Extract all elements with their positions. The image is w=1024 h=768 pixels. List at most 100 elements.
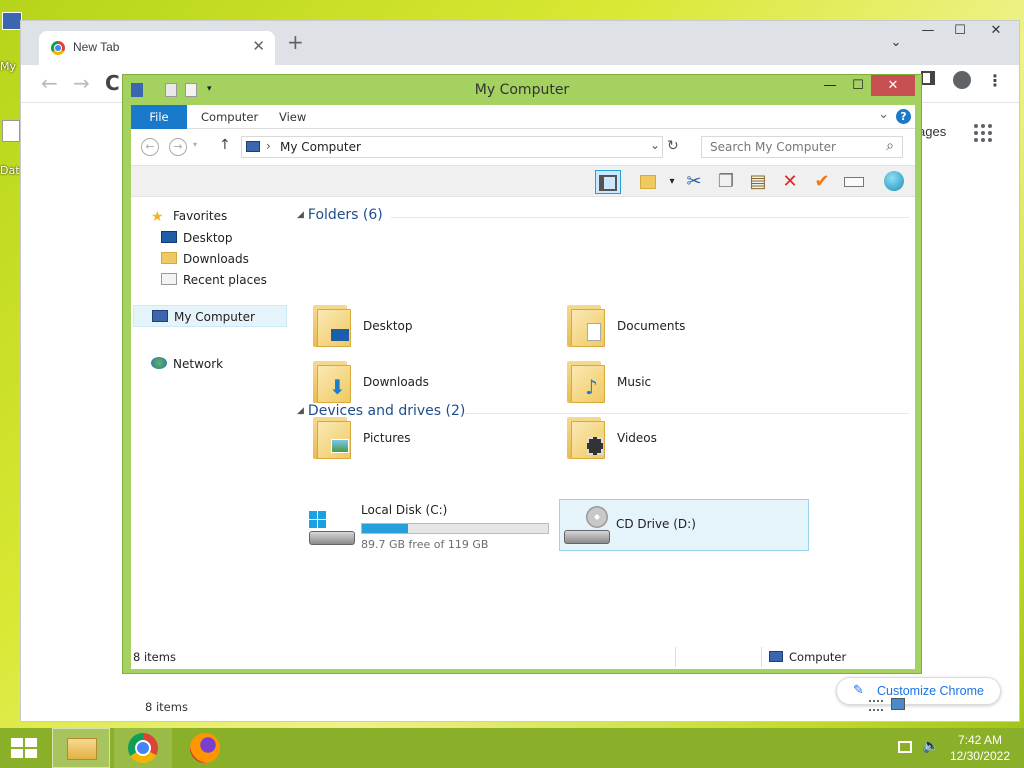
chrome-minimize-button[interactable]: — <box>913 23 943 38</box>
folder-videos[interactable]: Videos <box>565 415 805 465</box>
refresh-icon[interactable]: ↻ <box>667 138 679 154</box>
back-button[interactable]: ← <box>41 71 58 95</box>
search-placeholder: Search My Computer <box>710 140 836 154</box>
nav-desktop[interactable]: Desktop <box>161 231 233 245</box>
reload-button[interactable]: C <box>105 71 120 95</box>
customize-chrome-button[interactable]: ✎ Customize Chrome <box>836 677 1001 705</box>
desktop-icon-label: My <box>0 60 17 73</box>
copy-icon[interactable]: ❐ <box>713 170 739 194</box>
group-divider <box>391 217 909 218</box>
tab-close-icon[interactable]: ✕ <box>252 37 265 55</box>
network-tray-icon[interactable] <box>898 741 912 753</box>
desktop-icon-my-computer[interactable]: My <box>0 12 22 73</box>
chrome-maximize-button[interactable]: ☐ <box>945 23 975 38</box>
nav-label: Downloads <box>183 252 249 266</box>
drive-cd-d[interactable]: CD Drive (D:) <box>559 499 809 551</box>
share-globe-icon[interactable] <box>881 170 907 194</box>
recent-locations-icon[interactable]: ▾ <box>193 140 197 149</box>
forward-button[interactable]: → <box>73 71 90 95</box>
details-view-icon[interactable] <box>869 700 883 711</box>
address-dropdown-icon[interactable]: ⌄ <box>650 138 660 152</box>
chrome-tab-new-tab[interactable]: New Tab ✕ <box>39 31 275 65</box>
content-area: ★ Favorites Desktop Downloads Recent plac… <box>131 197 915 714</box>
address-path[interactable]: My Computer <box>280 140 361 154</box>
tab-file[interactable]: File <box>131 105 187 129</box>
properties-check-icon[interactable]: ✔ <box>809 170 835 194</box>
chrome-close-button[interactable]: ✕ <box>981 23 1011 38</box>
devices-group-header[interactable]: ◢ Devices and drives (2) <box>297 403 465 419</box>
preview-pane-icon[interactable] <box>595 170 621 194</box>
tab-computer[interactable]: Computer <box>189 105 270 129</box>
address-field[interactable]: › My Computer ⌄ <box>241 136 663 158</box>
window-menu-icon[interactable] <box>131 83 143 97</box>
delete-icon[interactable]: ✕ <box>777 170 803 194</box>
explorer-forward-icon[interactable]: → <box>169 138 187 156</box>
chrome-menu-icon[interactable]: ⋮ <box>987 71 1003 90</box>
taskbar-clock[interactable]: 7:42 AM 12/30/2022 <box>950 732 1010 764</box>
help-icon[interactable]: ? <box>896 109 911 124</box>
folder-music[interactable]: ♪ Music <box>565 359 805 409</box>
shortcut-label-partial[interactable]: ages <box>918 124 946 139</box>
paste-icon[interactable]: ▤ <box>745 170 771 194</box>
taskbar-chrome-button[interactable] <box>114 728 172 768</box>
desktop-icon-label: Dat <box>0 164 20 177</box>
clock-time: 7:42 AM <box>957 733 1002 747</box>
drive-local-disk-c[interactable]: Local Disk (C:) 89.7 GB free of 119 GB <box>309 503 553 555</box>
side-panel-icon[interactable] <box>921 71 935 85</box>
collapse-triangle-icon[interactable]: ◢ <box>297 210 304 220</box>
explorer-minimize-button[interactable]: — <box>815 75 845 96</box>
folder-label: Documents <box>617 319 686 333</box>
address-bar-row: ← → ▾ ↑ › My Computer ⌄ ↻ Search My Comp… <box>131 129 915 165</box>
nav-recent-places[interactable]: Recent places <box>161 273 267 287</box>
hard-drive-icon <box>309 511 355 547</box>
drive-usage-bar <box>361 523 549 534</box>
explorer-close-button[interactable]: ✕ <box>871 75 915 96</box>
up-icon[interactable]: ↑ <box>219 137 231 153</box>
cut-icon[interactable]: ✂ <box>681 170 707 194</box>
tab-view[interactable]: View <box>267 105 318 129</box>
new-tab-button[interactable]: + <box>287 30 304 54</box>
drive-label: CD Drive (D:) <box>616 517 696 531</box>
documents-folder-icon <box>565 303 607 349</box>
nav-network[interactable]: Network <box>151 357 223 371</box>
taskbar-file-explorer-button[interactable] <box>52 728 110 768</box>
collapse-triangle-icon[interactable]: ◢ <box>297 406 304 416</box>
taskbar: 🔈 7:42 AM 12/30/2022 <box>0 728 1024 768</box>
nav-downloads[interactable]: Downloads <box>161 252 249 266</box>
nav-favorites[interactable]: ★ Favorites <box>151 209 227 225</box>
rename-icon[interactable] <box>841 170 867 194</box>
folder-desktop[interactable]: Desktop <box>311 303 551 353</box>
command-toolbar: ▾ ✂ ❐ ▤ ✕ ✔ <box>131 165 915 197</box>
folder-options-icon[interactable] <box>635 170 661 194</box>
folder-documents[interactable]: Documents <box>565 303 805 353</box>
folders-group-header[interactable]: ◢ Folders (6) <box>297 207 383 223</box>
search-field[interactable]: Search My Computer ⌕ <box>701 136 903 158</box>
large-icons-view-icon[interactable] <box>891 698 905 710</box>
new-folder-icon[interactable] <box>185 83 197 97</box>
nav-label: Network <box>173 357 224 371</box>
folder-pictures[interactable]: Pictures <box>311 415 551 465</box>
customize-chrome-label: Customize Chrome <box>877 684 984 698</box>
group-divider <box>465 413 909 414</box>
explorer-back-icon[interactable]: ← <box>141 138 159 156</box>
computer-icon <box>769 651 783 662</box>
properties-icon[interactable] <box>165 83 177 97</box>
videos-folder-icon <box>565 415 607 461</box>
google-apps-icon[interactable] <box>974 124 992 142</box>
tab-search-chevron-icon[interactable]: ⌄ <box>881 35 911 50</box>
explorer-maximize-button[interactable]: ☐ <box>843 75 873 96</box>
taskbar-firefox-button[interactable] <box>176 728 234 768</box>
drive-usage-fill <box>362 524 408 533</box>
desktop-icon-data[interactable]: Dat <box>0 120 22 177</box>
start-button[interactable] <box>0 728 58 768</box>
nav-my-computer[interactable]: My Computer <box>133 305 287 327</box>
ribbon-expand-icon[interactable]: ⌄ <box>878 107 889 122</box>
folder-label: Downloads <box>363 375 429 389</box>
ribbon: File Computer View ⌄ ? <box>131 105 915 129</box>
profile-avatar-icon[interactable] <box>953 71 971 89</box>
customize-qat-icon[interactable]: ▾ <box>207 84 219 98</box>
windows-logo-icon <box>11 738 37 758</box>
breadcrumb-arrow-icon[interactable]: › <box>266 139 271 153</box>
folder-downloads[interactable]: ⬇ Downloads <box>311 359 551 409</box>
volume-tray-icon[interactable]: 🔈 <box>922 738 939 754</box>
